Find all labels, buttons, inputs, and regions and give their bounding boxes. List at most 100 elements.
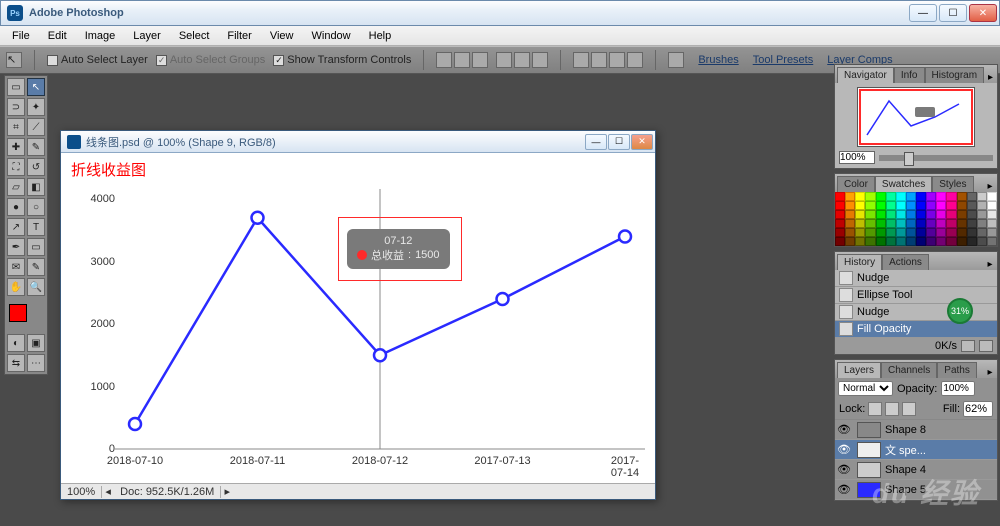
distribute-icon[interactable] [532,52,548,68]
swatch[interactable] [967,237,977,246]
swatch[interactable] [957,210,967,219]
swatch[interactable] [865,228,875,237]
swatch[interactable] [987,237,997,246]
layer-row[interactable]: 👁文 spe... [835,440,997,460]
menu-select[interactable]: Select [171,28,218,44]
visibility-toggle-icon[interactable]: 👁 [835,423,853,436]
swatch[interactable] [936,201,946,210]
history-brush-tool[interactable]: ↺ [27,158,45,176]
maximize-button[interactable]: ☐ [939,4,967,22]
swatch[interactable] [845,201,855,210]
swatch[interactable] [946,237,956,246]
menu-edit[interactable]: Edit [40,28,75,44]
tab-history[interactable]: History [837,254,882,270]
panel-menu-icon[interactable]: ▸ [984,72,997,83]
history-delete-button[interactable] [979,340,993,352]
brushes-tab[interactable]: Brushes [698,54,738,66]
swatch[interactable] [916,201,926,210]
swatch[interactable] [835,237,845,246]
swatch[interactable] [906,210,916,219]
swatch[interactable] [916,219,926,228]
swatch[interactable] [876,219,886,228]
eyedropper-tool[interactable]: ✎ [27,258,45,276]
gradient-tool[interactable]: ◧ [27,178,45,196]
visibility-toggle-icon[interactable]: 👁 [835,443,853,456]
foreground-color[interactable] [9,304,27,322]
swatch[interactable] [926,237,936,246]
document-window[interactable]: 线条图.psd @ 100% (Shape 9, RGB/8) — ☐ ✕ 折线… [60,130,656,500]
swatch[interactable] [855,237,865,246]
align-buttons[interactable] [436,52,488,68]
swatch[interactable] [886,228,896,237]
layer-thumbnail[interactable] [857,422,881,438]
swatch[interactable] [967,192,977,201]
swatch[interactable] [977,237,987,246]
swatch[interactable] [957,237,967,246]
panel-menu-icon[interactable]: ▸ [983,367,997,378]
swatch[interactable] [987,228,997,237]
status-docsize[interactable]: Doc: 952.5K/1.26M [114,486,221,498]
swatch[interactable] [987,201,997,210]
swatch[interactable] [886,210,896,219]
screenmode-toggle[interactable]: ▣ [27,334,45,352]
auto-select-groups-checkbox[interactable]: Auto Select Groups [156,54,265,66]
swatch[interactable] [865,237,875,246]
swatch[interactable] [967,210,977,219]
swatch[interactable] [886,219,896,228]
swatch[interactable] [835,201,845,210]
status-left-arrow[interactable]: ◂ [102,485,114,498]
layer-row[interactable]: 👁Shape 8 [835,420,997,440]
navigator-thumbnail[interactable] [857,87,975,147]
swatch[interactable] [946,192,956,201]
swatch[interactable] [936,237,946,246]
swatch[interactable] [906,201,916,210]
fill-input[interactable] [963,401,993,417]
swatch[interactable] [876,228,886,237]
swatch[interactable] [936,210,946,219]
swatch[interactable] [876,237,886,246]
doc-close-button[interactable]: ✕ [631,134,653,150]
align-icon[interactable] [436,52,452,68]
swatch[interactable] [896,201,906,210]
notes-tool[interactable]: ✉ [7,258,25,276]
tab-histogram[interactable]: Histogram [925,67,985,83]
quickmask-toggle[interactable]: ◐ [7,334,25,352]
zoom-tool[interactable]: 🔍 [27,278,45,296]
swatch[interactable] [967,228,977,237]
blur-tool[interactable]: ● [7,198,25,216]
history-item[interactable]: Fill Opacity [835,321,997,338]
swatch[interactable] [876,210,886,219]
swatch[interactable] [896,228,906,237]
swatch[interactable] [946,210,956,219]
menu-help[interactable]: Help [361,28,400,44]
lock-pixels-icon[interactable] [868,402,882,416]
swatch[interactable] [926,201,936,210]
align-icon[interactable] [454,52,470,68]
swatch[interactable] [906,219,916,228]
arrange-icon[interactable] [609,52,625,68]
layer-thumbnail[interactable] [857,462,881,478]
doc-minimize-button[interactable]: — [585,134,607,150]
swatch[interactable] [845,210,855,219]
tool-presets-tab[interactable]: Tool Presets [753,54,814,66]
move-tool-preset-icon[interactable]: ↖ [6,52,22,68]
pen-tool[interactable]: ✒ [7,238,25,256]
swatch[interactable] [946,219,956,228]
wand-tool[interactable]: ✦ [27,98,45,116]
layer-thumbnail[interactable] [857,482,881,498]
close-button[interactable]: ✕ [969,4,997,22]
swatch[interactable] [936,219,946,228]
swatch[interactable] [916,192,926,201]
layer-thumbnail[interactable] [857,442,881,458]
menu-image[interactable]: Image [77,28,124,44]
tab-swatches[interactable]: Swatches [875,176,932,192]
panel-menu-icon[interactable]: ▸ [983,259,997,270]
swatch[interactable] [906,228,916,237]
eraser-tool[interactable]: ▱ [7,178,25,196]
distribute-buttons[interactable] [496,52,548,68]
slice-tool[interactable]: ⟋ [27,118,45,136]
color-swatches[interactable] [7,302,45,332]
doc-maximize-button[interactable]: ☐ [608,134,630,150]
tab-layers[interactable]: Layers [837,362,881,378]
swatch[interactable] [987,219,997,228]
